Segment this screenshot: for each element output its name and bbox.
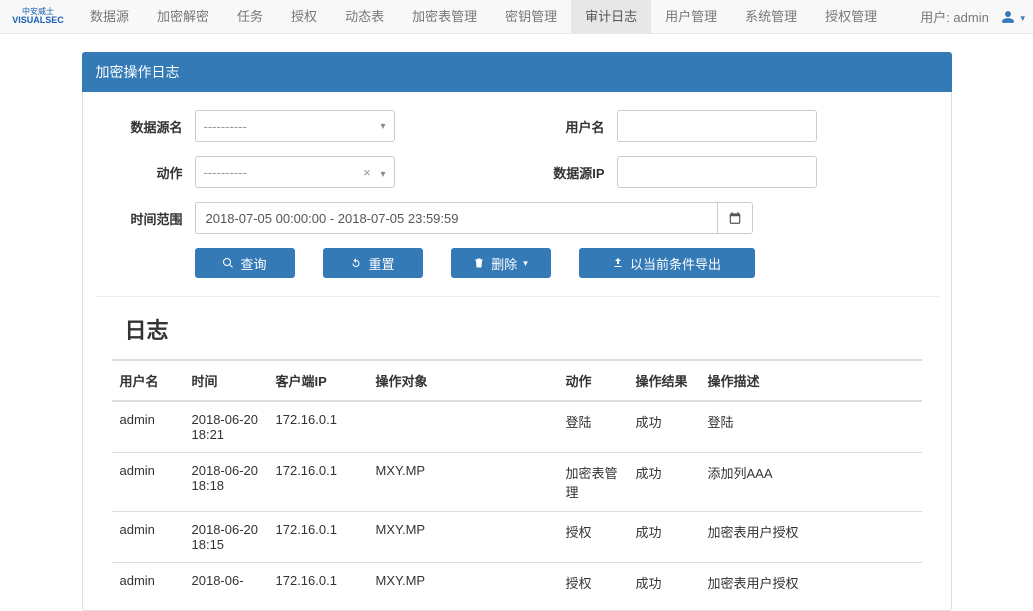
cell-ip: 172.16.0.1: [268, 563, 368, 603]
chevron-down-icon: ▾: [380, 121, 385, 132]
divider: [95, 296, 939, 297]
label-ip: 数据源IP: [517, 163, 617, 182]
cell-user: admin: [112, 401, 184, 453]
top-navbar: 中安威士 VISUALSEC 数据源加密解密任务授权动态表加密表管理密钥管理审计…: [0, 0, 1033, 34]
export-icon: [612, 257, 624, 269]
clear-icon[interactable]: ×: [363, 165, 371, 180]
datasource-select[interactable]: ---------- ▾: [195, 110, 395, 142]
cell-ip: 172.16.0.1: [268, 401, 368, 453]
search-icon: [222, 257, 234, 269]
ip-input[interactable]: [617, 156, 817, 188]
cell-obj: MXY.MP: [368, 453, 558, 512]
nav-items: 数据源加密解密任务授权动态表加密表管理密钥管理审计日志用户管理系统管理授权管理: [76, 0, 891, 34]
cell-res: 成功: [628, 453, 700, 512]
cell-user: admin: [112, 563, 184, 603]
col-header: 操作结果: [628, 360, 700, 401]
nav-item-8[interactable]: 用户管理: [651, 0, 731, 34]
chevron-down-icon: ▾: [380, 169, 385, 180]
cell-act: 授权: [558, 512, 628, 563]
cell-res: 成功: [628, 401, 700, 453]
cell-desc: 登陆: [700, 401, 922, 453]
cell-user: admin: [112, 453, 184, 512]
refresh-icon: [350, 257, 362, 269]
nav-item-0[interactable]: 数据源: [76, 0, 143, 34]
current-user-label: 用户: admin: [920, 7, 989, 26]
cell-user: admin: [112, 512, 184, 563]
label-action: 动作: [95, 163, 195, 182]
nav-item-4[interactable]: 动态表: [331, 0, 398, 34]
nav-item-3[interactable]: 授权: [277, 0, 331, 34]
cell-desc: 加密表用户授权: [700, 512, 922, 563]
caret-down-icon: ▾: [523, 258, 528, 269]
table-row: admin2018-06-20 18:21172.16.0.1 登陆成功登陆: [112, 401, 922, 453]
user-menu-icon[interactable]: ▾: [1001, 9, 1025, 25]
log-heading: 日志: [125, 313, 939, 345]
cell-time: 2018-06-20 18:21: [184, 401, 268, 453]
label-datasource: 数据源名: [95, 117, 195, 136]
cell-act: 加密表管理: [558, 453, 628, 512]
nav-item-7[interactable]: 审计日志: [571, 0, 651, 34]
log-table: 用户名时间客户端IP操作对象动作操作结果操作描述 admin2018-06-20…: [112, 359, 922, 602]
delete-button[interactable]: 删除 ▾: [451, 248, 551, 278]
cell-act: 登陆: [558, 401, 628, 453]
label-username: 用户名: [517, 117, 617, 136]
cell-time: 2018-06-: [184, 563, 268, 603]
table-row: admin2018-06-20 18:15172.16.0.1MXY.MP授权成…: [112, 512, 922, 563]
table-row: admin2018-06-172.16.0.1MXY.MP授权成功加密表用户授权: [112, 563, 922, 603]
col-header: 用户名: [112, 360, 184, 401]
nav-item-1[interactable]: 加密解密: [143, 0, 223, 34]
label-timerange: 时间范围: [95, 209, 195, 228]
nav-item-6[interactable]: 密钥管理: [491, 0, 571, 34]
nav-item-5[interactable]: 加密表管理: [398, 0, 491, 34]
cell-ip: 172.16.0.1: [268, 512, 368, 563]
col-header: 动作: [558, 360, 628, 401]
nav-item-2[interactable]: 任务: [223, 0, 277, 34]
reset-button[interactable]: 重置: [323, 248, 423, 278]
brand-logo: 中安威士 VISUALSEC: [8, 4, 68, 30]
col-header: 操作对象: [368, 360, 558, 401]
cell-act: 授权: [558, 563, 628, 603]
action-select[interactable]: ---------- × ▾: [195, 156, 395, 188]
panel-title: 加密操作日志: [82, 52, 952, 92]
table-row: admin2018-06-20 18:18172.16.0.1MXY.MP加密表…: [112, 453, 922, 512]
cell-res: 成功: [628, 512, 700, 563]
trash-icon: [473, 257, 485, 269]
col-header: 客户端IP: [268, 360, 368, 401]
cell-ip: 172.16.0.1: [268, 453, 368, 512]
daterange-input[interactable]: [195, 202, 717, 234]
calendar-icon[interactable]: [717, 202, 753, 234]
cell-obj: [368, 401, 558, 453]
log-table-header: 用户名时间客户端IP操作对象动作操作结果操作描述: [112, 360, 922, 401]
cell-res: 成功: [628, 563, 700, 603]
export-button[interactable]: 以当前条件导出: [579, 248, 755, 278]
log-table-body: admin2018-06-20 18:21172.16.0.1登陆成功登陆adm…: [112, 401, 922, 602]
cell-obj: MXY.MP: [368, 563, 558, 603]
nav-item-10[interactable]: 授权管理: [811, 0, 891, 34]
cell-time: 2018-06-20 18:18: [184, 453, 268, 512]
col-header: 时间: [184, 360, 268, 401]
query-button[interactable]: 查询: [195, 248, 295, 278]
nav-item-9[interactable]: 系统管理: [731, 0, 811, 34]
cell-desc: 加密表用户授权: [700, 563, 922, 603]
username-input[interactable]: [617, 110, 817, 142]
cell-time: 2018-06-20 18:15: [184, 512, 268, 563]
cell-obj: MXY.MP: [368, 512, 558, 563]
col-header: 操作描述: [700, 360, 922, 401]
cell-desc: 添加列AAA: [700, 453, 922, 512]
